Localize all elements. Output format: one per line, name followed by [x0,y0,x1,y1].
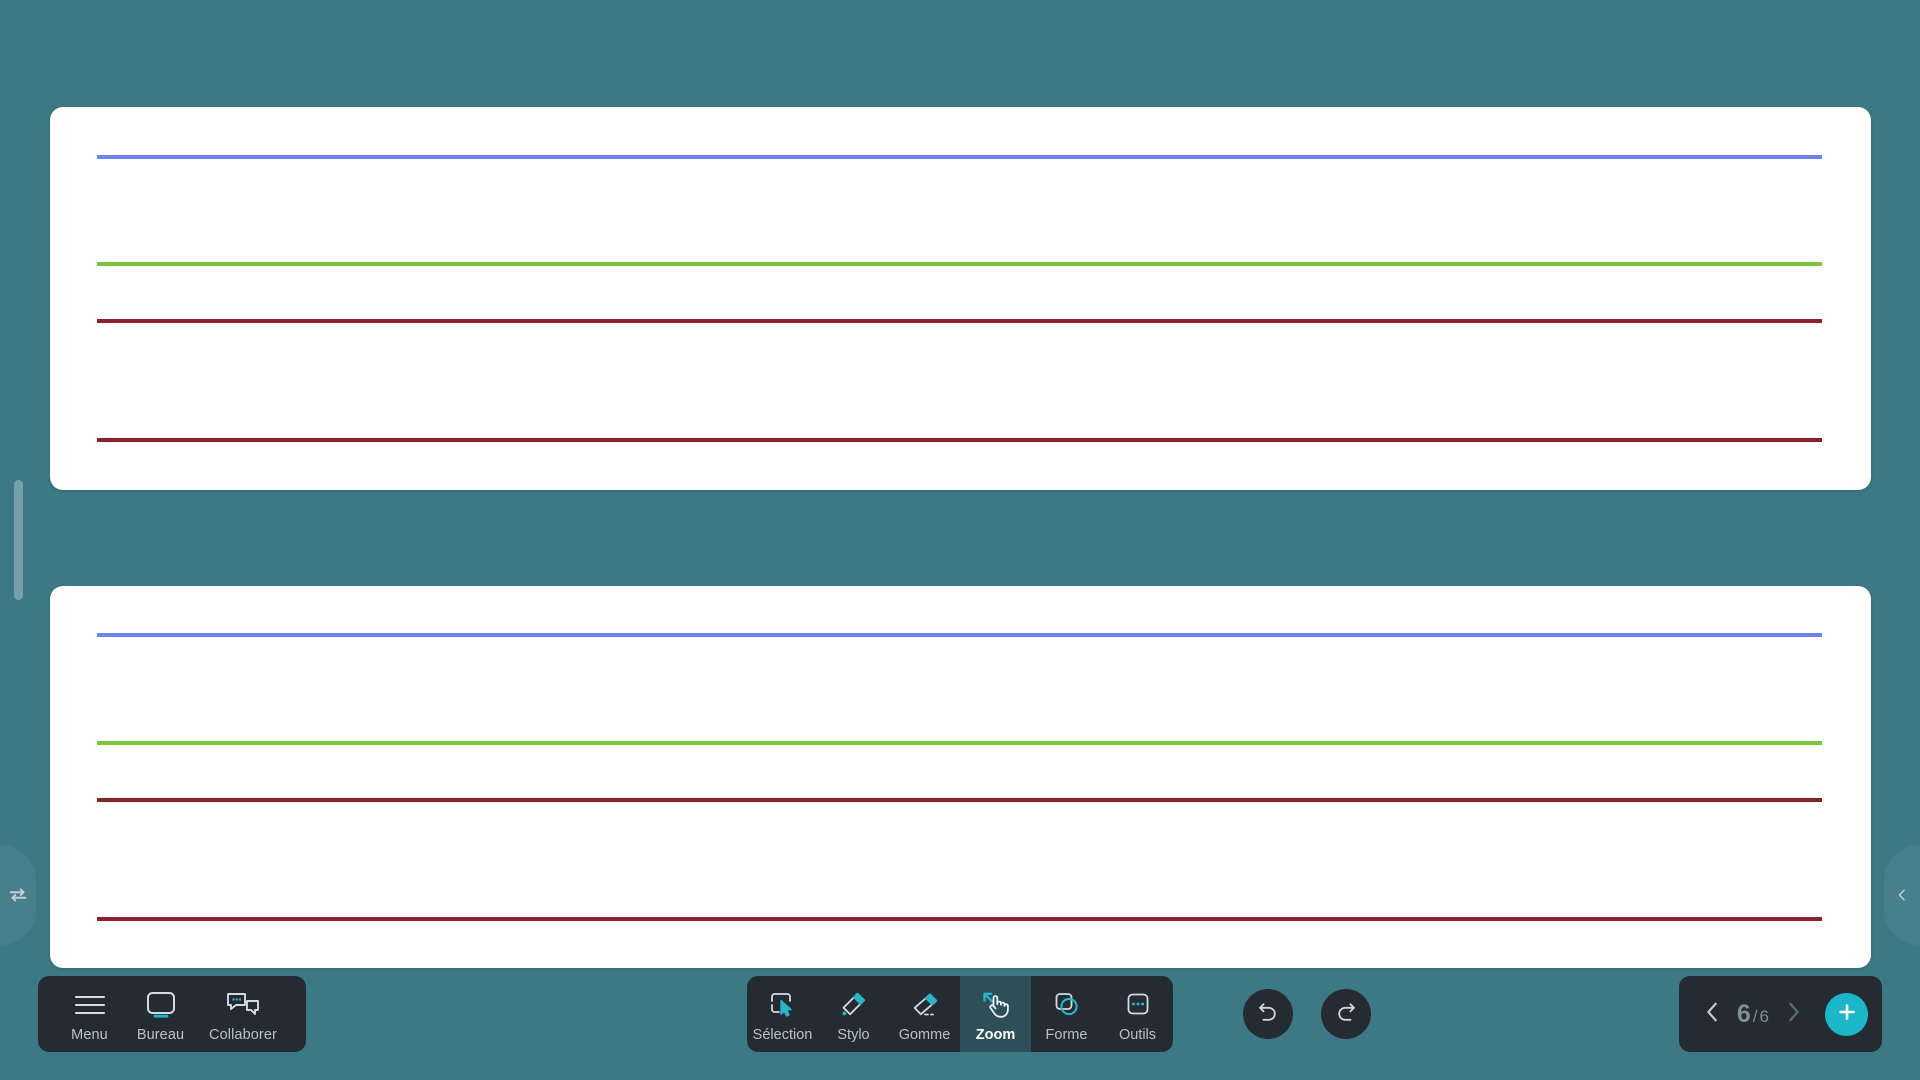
chevron-left-icon [1701,999,1723,1030]
shapes-icon [1051,985,1083,1025]
chevron-left-icon [1894,884,1910,906]
page-navigation: 6 / 6 [1678,976,1882,1052]
next-page-button[interactable] [1775,991,1813,1037]
tool-selection[interactable]: Sélection [747,976,818,1052]
rule-line-red [97,438,1822,442]
total-page-count: 6 [1759,1006,1769,1026]
undo-arrow-icon [1255,999,1281,1030]
selection-cursor-icon [767,985,799,1025]
collaborer-button-label: Collaborer [209,1026,277,1043]
hamburger-menu-icon [73,986,107,1024]
page-separator: / [1752,1006,1758,1026]
bureau-button[interactable]: Bureau [125,976,196,1052]
add-page-button[interactable] [1825,992,1868,1036]
tool-zoom-label: Zoom [975,1027,1016,1043]
menu-button-label: Menu [71,1026,108,1043]
rule-line-blue [97,155,1822,159]
whiteboard-app: Menu Bureau Collaborer Sélection Stylo G… [0,0,1920,1080]
current-page-number: 6 [1736,999,1751,1028]
tool-forme-label: Forme [1045,1027,1088,1043]
plus-icon [1836,1001,1858,1028]
tool-selection-label: Sélection [752,1027,813,1043]
vertical-scrollbar[interactable] [14,480,23,600]
chat-bubbles-icon [225,986,261,1024]
desktop-screen-icon [144,986,178,1024]
rule-line-blue [97,633,1822,637]
rule-line-red [97,319,1822,323]
menu-button[interactable]: Menu [54,976,125,1052]
eraser-icon [909,985,941,1025]
swap-arrows-icon [7,884,29,906]
notebook-page-1[interactable] [50,107,1871,490]
tool-forme[interactable]: Forme [1031,976,1102,1052]
rule-line-red [97,917,1822,921]
tool-outils-label: Outils [1118,1027,1157,1043]
tool-zoom[interactable]: Zoom [960,976,1031,1052]
tool-dock: Sélection Stylo Gomme Zoom Forme Outils [747,976,1173,1052]
chevron-right-icon [1783,999,1805,1030]
tool-outils[interactable]: Outils [1102,976,1173,1052]
rule-line-green [97,262,1822,266]
redo-arrow-icon [1333,999,1359,1030]
prev-page-button[interactable] [1693,991,1731,1037]
redo-button[interactable] [1321,989,1371,1039]
page-counter: 6 / 6 [1733,1000,1773,1029]
tool-gomme-label: Gomme [898,1027,951,1043]
bureau-button-label: Bureau [136,1026,185,1043]
tool-stylo-label: Stylo [837,1027,870,1043]
collaborer-button[interactable]: Collaborer [196,976,290,1052]
pen-icon [838,985,870,1025]
notebook-canvas[interactable] [0,0,1920,1080]
rule-line-green [97,741,1822,745]
rule-line-red [97,798,1822,802]
notebook-page-2[interactable] [50,586,1871,968]
ellipsis-icon [1122,985,1154,1025]
main-dock: Menu Bureau Collaborer [38,976,306,1052]
tool-stylo[interactable]: Stylo [818,976,889,1052]
tool-gomme[interactable]: Gomme [889,976,960,1052]
undo-button[interactable] [1243,989,1293,1039]
zoom-hand-icon [980,985,1012,1025]
